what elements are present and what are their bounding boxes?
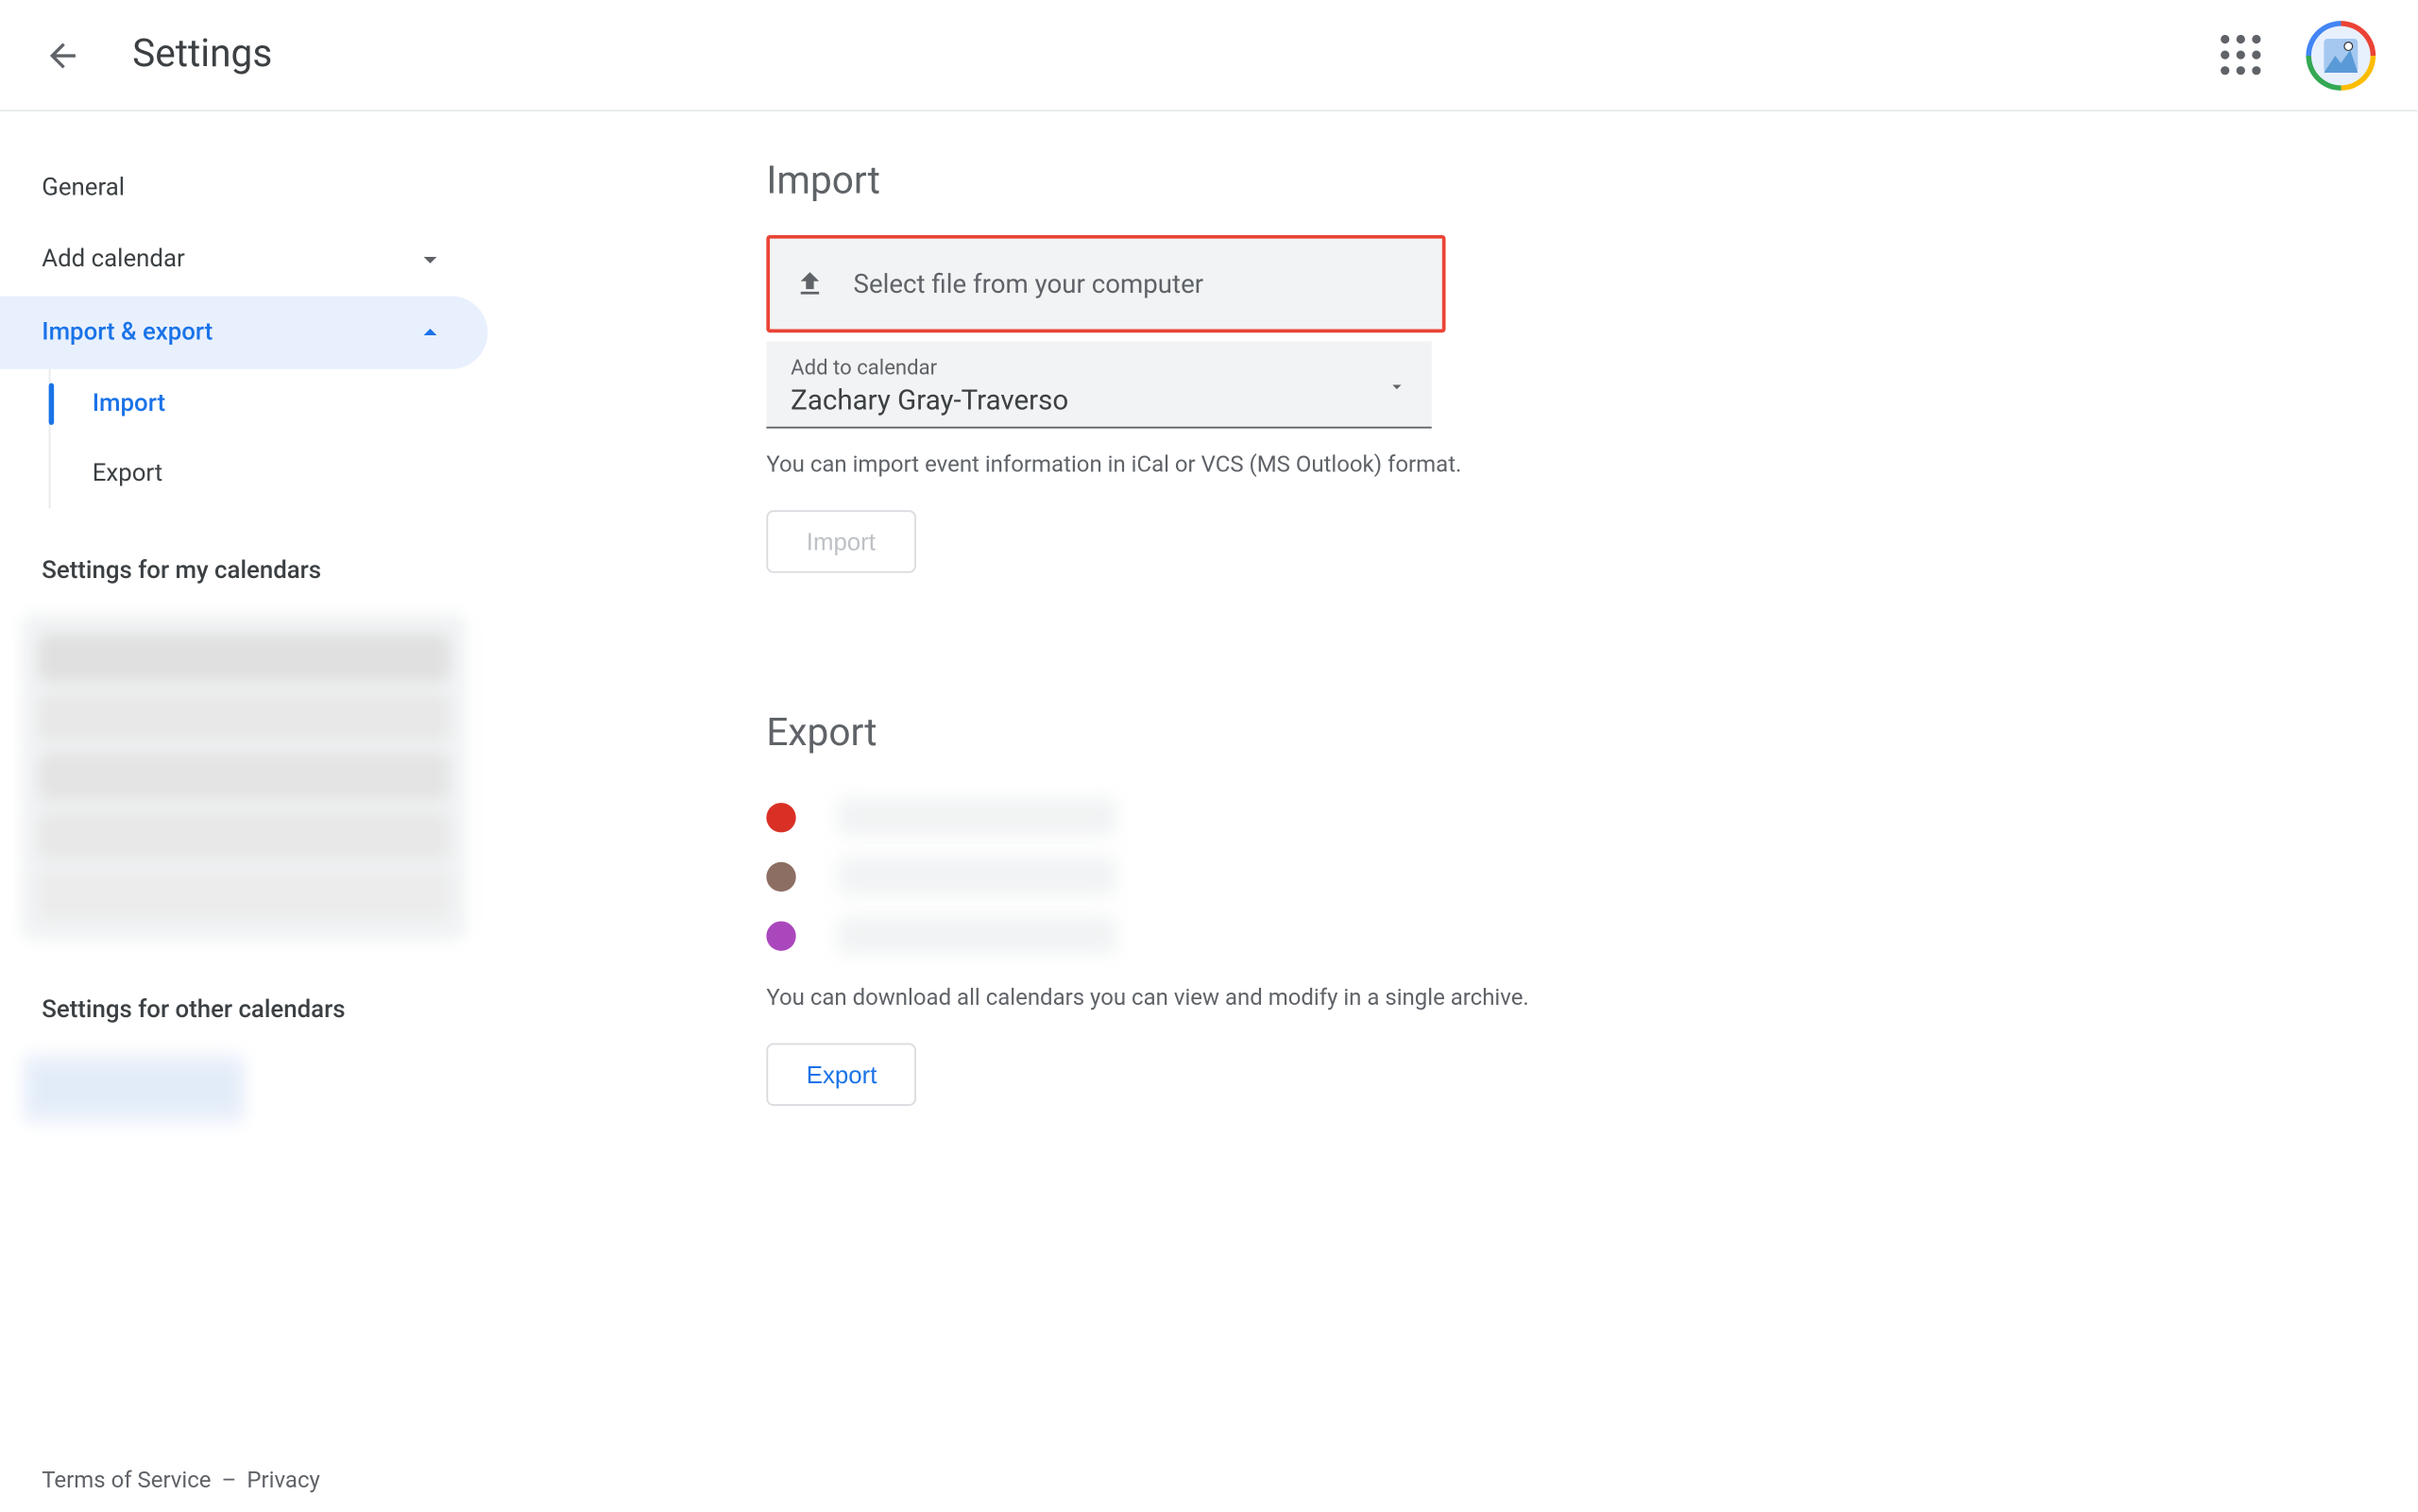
back-button[interactable]	[28, 20, 98, 90]
account-avatar[interactable]	[2306, 20, 2375, 90]
sidebar-sublabel-import: Import	[93, 390, 165, 418]
arrow-left-icon	[43, 36, 82, 75]
my-calendars-list-redacted	[21, 613, 467, 941]
add-to-calendar-dropdown[interactable]: Add to calendar Zachary Gray-Traverso	[766, 341, 1431, 428]
chevron-down-icon	[415, 244, 446, 275]
sidebar-sublabel-export: Export	[93, 460, 163, 488]
sidebar-item-import-export[interactable]: Import & export	[0, 296, 487, 368]
export-helper-text: You can download all calendars you can v…	[766, 986, 2159, 1012]
terms-link[interactable]: Terms of Service	[42, 1468, 211, 1494]
import-section-title: Import	[766, 161, 2159, 204]
sidebar-label-add-calendar: Add calendar	[42, 246, 184, 274]
calendar-color-dot	[766, 921, 795, 950]
export-button[interactable]: Export	[766, 1044, 916, 1106]
sidebar-item-general[interactable]: General	[0, 153, 487, 223]
calendar-name-redacted	[838, 798, 1116, 837]
settings-header: Settings	[0, 0, 2417, 111]
dropdown-label: Add to calendar	[791, 355, 1407, 380]
footer-separator: –	[222, 1468, 237, 1494]
export-calendar-row	[766, 787, 2159, 846]
calendar-color-dot	[766, 802, 795, 831]
other-calendars-list-redacted	[21, 1052, 247, 1125]
import-helper-text: You can import event information in iCal…	[766, 452, 2159, 479]
caret-down-icon	[1387, 376, 1407, 397]
import-export-sublist: Import Export	[49, 369, 488, 509]
page-title: Settings	[132, 33, 272, 76]
dropdown-selected-value: Zachary Gray-Traverso	[791, 383, 1407, 416]
sidebar-item-add-calendar[interactable]: Add calendar	[0, 223, 487, 296]
select-file-label: Select file from your computer	[854, 268, 1204, 299]
sidebar-subitem-import[interactable]: Import	[50, 369, 487, 439]
google-apps-button[interactable]	[2205, 20, 2275, 90]
import-button[interactable]: Import	[766, 510, 915, 572]
settings-content: Import Select file from your computer Ad…	[487, 111, 2229, 1453]
calendar-name-redacted	[838, 857, 1116, 895]
export-calendar-list	[766, 787, 2159, 964]
export-section: Export You can download all ca	[766, 712, 2159, 1106]
footer: Terms of Service – Privacy	[0, 1451, 362, 1512]
sidebar-heading-my-calendars: Settings for my calendars	[0, 508, 487, 605]
export-calendar-row	[766, 846, 2159, 906]
sidebar-subitem-export[interactable]: Export	[50, 439, 487, 509]
export-section-title: Export	[766, 712, 2159, 756]
avatar-image-icon	[2318, 32, 2363, 77]
upload-icon	[794, 268, 826, 299]
chevron-up-icon	[415, 317, 446, 348]
privacy-link[interactable]: Privacy	[247, 1468, 319, 1494]
sidebar-label-import-export: Import & export	[42, 318, 213, 347]
sidebar-heading-other-calendars: Settings for other calendars	[0, 947, 487, 1045]
export-button-label: Export	[807, 1061, 877, 1089]
select-file-button[interactable]: Select file from your computer	[766, 235, 1445, 332]
export-calendar-row	[766, 906, 2159, 965]
settings-sidebar: General Add calendar Import & export Imp…	[0, 111, 487, 1453]
calendar-color-dot	[766, 861, 795, 891]
calendar-name-redacted	[838, 916, 1116, 955]
apps-grid-icon	[2220, 35, 2259, 75]
import-section: Import Select file from your computer Ad…	[766, 161, 2159, 573]
sidebar-label-general: General	[42, 174, 125, 202]
import-button-label: Import	[807, 528, 876, 556]
